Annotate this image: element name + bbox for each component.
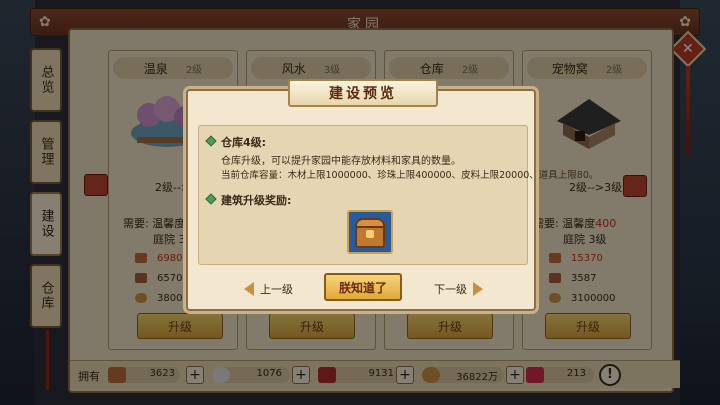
reward-chest-item[interactable] <box>347 210 393 254</box>
arrow-left-icon <box>244 282 254 296</box>
diamond-bullet-icon <box>205 135 217 147</box>
description-text: 仓库升级，可以提升家园中能存放材料和家具的数量。 <box>221 156 461 167</box>
diamond-bullet-icon <box>205 193 217 205</box>
confirm-button[interactable]: 朕知道了 <box>324 273 402 301</box>
arrow-right-icon <box>473 282 483 296</box>
build-preview-dialog: 建设预览 仓库4级: 仓库升级，可以提升家园中能存放材料和家具的数量。 当前仓库… <box>186 79 598 311</box>
reward-heading: 建筑升级奖励: <box>205 192 291 208</box>
capacity-text: 当前仓库容量：木材上限1000000、珍珠上限400000、皮料上限20000、… <box>221 170 599 181</box>
dialog-body: 仓库4级: 仓库升级，可以提升家园中能存放材料和家具的数量。 当前仓库容量：木材… <box>198 125 598 265</box>
next-level-button[interactable]: 下一级 <box>434 281 483 297</box>
section-heading: 仓库4级: <box>205 134 266 150</box>
dialog-title: 建设预览 <box>288 79 438 107</box>
previous-level-button[interactable]: 上一级 <box>244 281 293 297</box>
chest-icon <box>366 230 374 238</box>
